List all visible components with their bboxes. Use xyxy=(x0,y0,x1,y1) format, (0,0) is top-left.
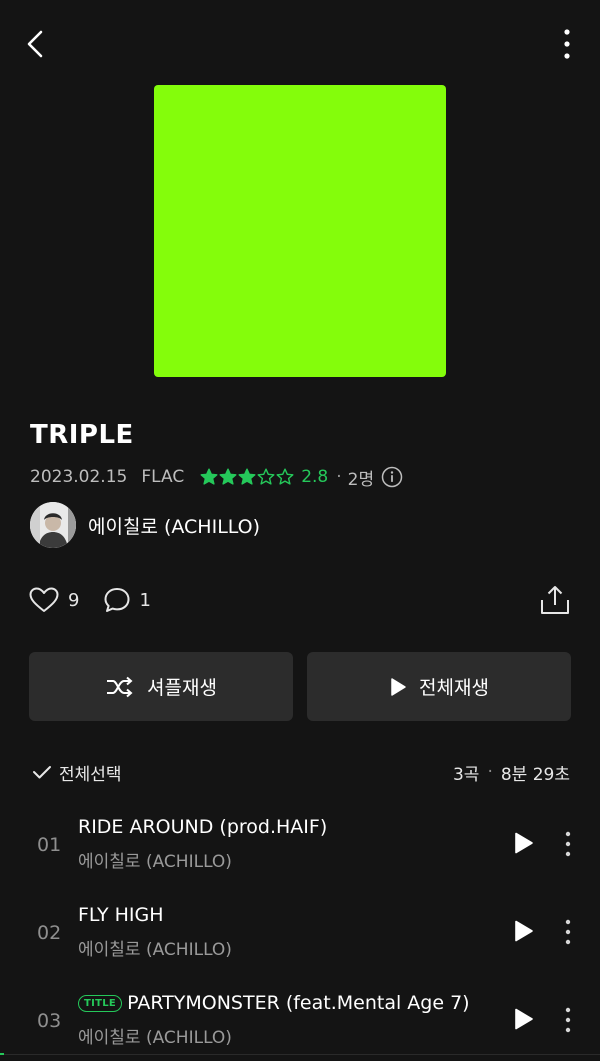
track-play-button[interactable] xyxy=(510,830,536,856)
track-row[interactable]: 02 FLY HIGH 에이칠로 (ACHILLO) xyxy=(0,896,600,976)
social-actions: 9 1 xyxy=(28,582,151,618)
heart-icon xyxy=(29,587,59,612)
play-all-label: 전체재생 xyxy=(419,677,489,699)
track-row[interactable]: 01 RIDE AROUND (prod.HAIF) 에이칠로 (ACHILLO) xyxy=(0,808,600,888)
track-artist: 에이칠로 (ACHILLO) xyxy=(78,852,232,872)
album-detail-screen: TRIPLE 2023.02.15 FLAC 2.8 · 2명 에이칠로 (AC… xyxy=(0,0,600,1061)
bottom-divider xyxy=(0,1054,600,1055)
play-all-button[interactable]: 전체재생 xyxy=(307,652,571,721)
track-title: RIDE AROUND (prod.HAIF) xyxy=(78,816,328,838)
shuffle-icon xyxy=(107,676,133,697)
progress-indicator xyxy=(0,1053,4,1055)
track-more-button[interactable] xyxy=(558,918,578,946)
comment-count: 1 xyxy=(139,589,151,611)
play-icon xyxy=(515,1008,533,1030)
track-title: PARTYMONSTER (feat.Mental Age 7) xyxy=(127,992,470,1014)
select-all-label: 전체선택 xyxy=(59,764,122,785)
chevron-left-icon xyxy=(27,30,43,58)
artist-name: 에이칠로 (ACHILLO) xyxy=(88,515,261,538)
track-play-button[interactable] xyxy=(510,1006,536,1032)
release-date: 2023.02.15 xyxy=(30,467,128,487)
artist-avatar xyxy=(30,502,76,548)
album-cover[interactable] xyxy=(154,85,446,377)
track-row[interactable]: 03 TITLE PARTYMONSTER (feat.Mental Age 7) 에… xyxy=(0,984,600,1061)
track-title-line: RIDE AROUND (prod.HAIF) xyxy=(78,816,327,838)
track-count: 3곡 xyxy=(452,764,480,785)
artist-photo xyxy=(30,502,76,548)
star-icon xyxy=(219,468,237,485)
track-artist: 에이칠로 (ACHILLO) xyxy=(78,1028,232,1048)
track-title-line: TITLE PARTYMONSTER (feat.Mental Age 7) xyxy=(78,992,470,1014)
more-options-button[interactable] xyxy=(548,26,578,62)
play-icon xyxy=(515,920,533,942)
star-icon xyxy=(276,468,294,485)
share-button[interactable] xyxy=(540,584,570,616)
share-icon xyxy=(541,586,569,614)
track-number: 03 xyxy=(37,1010,62,1032)
track-title-line: FLY HIGH xyxy=(78,904,164,926)
track-more-button[interactable] xyxy=(558,830,578,858)
separator-dot: · xyxy=(336,467,342,487)
like-button[interactable]: 9 xyxy=(28,586,79,614)
star-icon xyxy=(238,468,256,485)
separator-dot: · xyxy=(487,762,493,782)
track-artist: 에이칠로 (ACHILLO) xyxy=(78,940,232,960)
more-vertical-icon xyxy=(565,831,571,857)
album-meta: 2023.02.15 FLAC 2.8 · 2명 xyxy=(30,462,403,492)
back-button[interactable] xyxy=(22,26,52,62)
comment-icon xyxy=(104,588,130,612)
rater-count: 2명 xyxy=(347,469,375,490)
track-play-button[interactable] xyxy=(510,918,536,944)
check-icon xyxy=(33,766,51,779)
tracklist-header: 전체선택 3곡 · 8분 29초 xyxy=(32,757,570,787)
album-title: TRIPLE xyxy=(30,420,134,450)
track-more-button[interactable] xyxy=(558,1006,578,1034)
info-icon[interactable] xyxy=(381,466,403,488)
star-icon xyxy=(200,468,218,485)
artist-link[interactable]: 에이칠로 (ACHILLO) xyxy=(30,502,260,548)
track-title: FLY HIGH xyxy=(78,904,164,926)
play-icon xyxy=(391,677,406,696)
play-icon xyxy=(515,832,533,854)
more-vertical-icon xyxy=(565,1007,571,1033)
more-vertical-icon xyxy=(565,919,571,945)
track-number: 01 xyxy=(37,834,62,856)
star-icon xyxy=(257,468,275,485)
track-number: 02 xyxy=(37,922,62,944)
select-all-button[interactable]: 전체선택 xyxy=(32,760,122,785)
shuffle-play-label: 셔플재생 xyxy=(147,677,217,699)
rating-value: 2.8 xyxy=(301,467,329,487)
like-count: 9 xyxy=(68,589,80,611)
top-bar xyxy=(0,0,600,90)
total-duration: 8분 29초 xyxy=(500,764,570,785)
more-vertical-icon xyxy=(564,29,570,59)
title-track-badge: TITLE xyxy=(78,994,123,1012)
comment-button[interactable]: 1 xyxy=(103,586,151,614)
audio-format: FLAC xyxy=(141,467,185,487)
shuffle-play-button[interactable]: 셔플재생 xyxy=(29,652,293,721)
rating-stars[interactable] xyxy=(200,468,294,486)
tracklist-summary: 3곡 · 8분 29초 xyxy=(453,760,570,785)
